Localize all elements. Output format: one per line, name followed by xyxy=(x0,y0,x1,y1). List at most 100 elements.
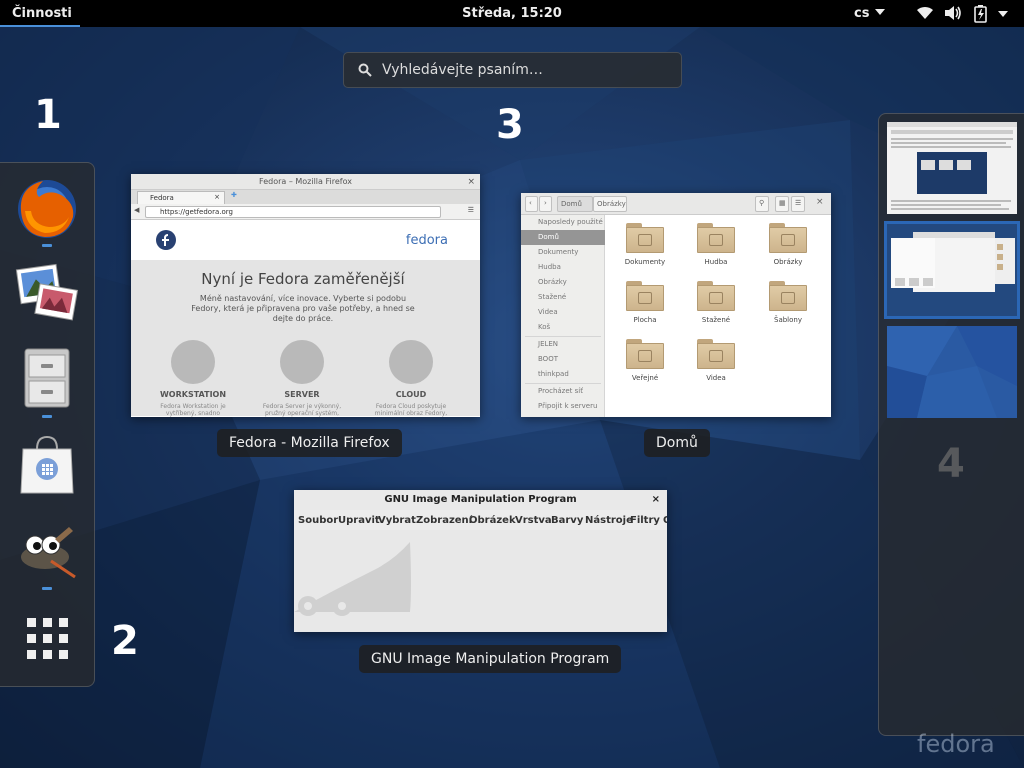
window-caption-firefox[interactable]: Fedora - Mozilla Firefox xyxy=(217,429,402,457)
gimp-canvas[interactable] xyxy=(294,530,667,632)
path-home-button[interactable]: Domů xyxy=(557,196,593,212)
page-paragraph: Méně nastavování, více inovace. Vyberte … xyxy=(191,294,415,323)
edition-server[interactable]: SERVER Fedora Server je výkonný, pružný … xyxy=(262,340,342,417)
menu-item-view[interactable]: Zobrazení xyxy=(416,515,472,526)
language-indicator[interactable]: cs xyxy=(854,6,886,21)
folder-item[interactable]: Obrázky xyxy=(763,223,813,266)
new-tab-icon[interactable]: ✚ xyxy=(231,191,237,199)
folder-downloads-icon xyxy=(697,281,735,311)
software-icon xyxy=(20,435,74,494)
folder-item[interactable]: Veřejné xyxy=(620,339,670,382)
menu-button[interactable]: ☰ xyxy=(791,196,805,212)
search-icon: ⚲ xyxy=(759,199,765,207)
path-pictures-button[interactable]: Obrázky xyxy=(593,196,627,212)
folder-music-icon xyxy=(697,223,735,253)
fedora-wordmark: fedora xyxy=(405,233,448,248)
sidebar-item-volume[interactable]: JELEN xyxy=(521,337,605,352)
gimp-icon xyxy=(21,527,76,579)
files-sidebar: Naposledy použité Domů Dokumenty Hudba O… xyxy=(521,215,605,417)
folder-pictures-icon xyxy=(769,223,807,253)
folder-item[interactable]: Videa xyxy=(691,339,741,382)
sidebar-item-downloads[interactable]: Stažené xyxy=(521,290,605,305)
search-input[interactable] xyxy=(382,53,672,87)
close-icon[interactable]: × xyxy=(214,193,220,201)
folder-label: Videa xyxy=(706,374,726,382)
dash-item-software[interactable] xyxy=(15,433,79,497)
menu-item-tools[interactable]: Nástroje xyxy=(585,515,633,526)
window-caption-files[interactable]: Domů xyxy=(644,429,710,457)
firefox-icon xyxy=(18,180,76,238)
gimp-menubar: Soubor Upravit Vybrat Zobrazení Obrázek … xyxy=(294,510,667,530)
sidebar-item-recent[interactable]: Naposledy použité xyxy=(521,215,605,230)
window-firefox[interactable]: Fedora – Mozilla Firefox × Fedora × ✚ ◀ … xyxy=(131,174,480,417)
workspace-thumbnail-active[interactable] xyxy=(884,221,1020,319)
window-files[interactable]: ‹ › Domů Obrázky ⚲ ▦ ☰ × Naposledy použi… xyxy=(521,193,831,417)
edition-label: CLOUD xyxy=(395,390,427,399)
window-caption-gimp[interactable]: GNU Image Manipulation Program xyxy=(359,645,622,673)
menu-item-colors[interactable]: Barvy xyxy=(551,515,583,526)
dash-item-gimp[interactable] xyxy=(15,519,79,583)
sidebar-item-volume[interactable]: thinkpad xyxy=(521,367,605,382)
window-gimp[interactable]: GNU Image Manipulation Program × Soubor … xyxy=(294,490,667,632)
folder-videos-icon xyxy=(697,339,735,369)
page-headline: Nyní je Fedora zaměřenější xyxy=(201,270,405,288)
back-icon[interactable]: ◀ xyxy=(134,206,139,214)
edition-cloud[interactable]: CLOUD Fedora Cloud poskytuje minimální o… xyxy=(371,340,451,417)
search-box[interactable] xyxy=(343,52,682,88)
menu-icon[interactable]: ☰ xyxy=(468,206,474,214)
sidebar-item-volume[interactable]: BOOT xyxy=(521,352,605,367)
folder-item[interactable]: Stažené xyxy=(691,281,741,324)
window-titlebar[interactable]: GNU Image Manipulation Program × xyxy=(294,490,667,510)
dash-item-shotwell[interactable] xyxy=(15,261,79,325)
back-button[interactable]: ‹ xyxy=(525,196,538,212)
folder-item[interactable]: Dokumenty xyxy=(620,223,670,266)
folder-item[interactable]: Šablony xyxy=(763,281,813,324)
browser-tab[interactable]: Fedora × xyxy=(137,191,225,204)
sidebar-item-music[interactable]: Hudba xyxy=(521,260,605,275)
sidebar-item-videos[interactable]: Videa xyxy=(521,305,605,320)
close-icon[interactable]: × xyxy=(816,197,824,207)
page-body: Nyní je Fedora zaměřenější Méně nastavov… xyxy=(131,260,480,417)
close-icon[interactable]: × xyxy=(467,174,475,190)
folder-label: Hudba xyxy=(704,258,728,266)
workspace-thumbnail[interactable] xyxy=(887,122,1017,214)
show-applications-button[interactable] xyxy=(15,606,79,670)
wilber-watermark-icon xyxy=(294,542,411,616)
forward-button[interactable]: › xyxy=(539,196,552,212)
menu-item-layer[interactable]: Vrstva xyxy=(515,515,552,526)
grid-icon: ▦ xyxy=(779,199,786,207)
navigation-bar: ◀ https://getfedora.org ☰ xyxy=(131,204,480,220)
workstation-icon xyxy=(171,340,215,384)
tab-title: Fedora xyxy=(150,194,174,202)
menu-item-edit[interactable]: Upravit xyxy=(338,515,380,526)
workspace-thumbnail[interactable] xyxy=(887,326,1017,418)
edition-label: WORKSTATION xyxy=(159,390,227,399)
files-icon xyxy=(24,348,70,408)
url-field[interactable]: https://getfedora.org xyxy=(145,206,441,218)
forward-icon: › xyxy=(544,199,547,207)
close-icon[interactable]: × xyxy=(652,490,660,510)
dash-item-files[interactable] xyxy=(15,345,79,409)
view-button[interactable]: ▦ xyxy=(775,196,789,212)
menu-item-image[interactable]: Obrázek xyxy=(469,515,516,526)
workspace-preview xyxy=(887,326,1017,418)
menu-item-more[interactable]: O xyxy=(663,515,667,526)
folder-item[interactable]: Hudba xyxy=(691,223,741,266)
sidebar-item-trash[interactable]: Koš xyxy=(521,320,605,335)
menu-item-select[interactable]: Vybrat xyxy=(378,515,416,526)
window-titlebar[interactable]: Fedora – Mozilla Firefox × xyxy=(131,174,480,190)
sidebar-item-network[interactable]: Procházet síť xyxy=(521,384,605,399)
edition-workstation[interactable]: WORKSTATION Fedora Workstation je vytříb… xyxy=(153,340,233,417)
menu-item-file[interactable]: Soubor xyxy=(298,515,338,526)
sidebar-item-connect[interactable]: Připojit k serveru xyxy=(521,399,605,414)
search-button[interactable]: ⚲ xyxy=(755,196,769,212)
workspace-switcher xyxy=(878,113,1024,736)
files-headerbar[interactable]: ‹ › Domů Obrázky ⚲ ▦ ☰ × xyxy=(521,193,831,215)
battery-icon xyxy=(974,5,987,23)
sidebar-item-pictures[interactable]: Obrázky xyxy=(521,275,605,290)
menu-item-filters[interactable]: Filtry xyxy=(630,515,660,526)
sidebar-item-home[interactable]: Domů xyxy=(521,230,605,245)
folder-item[interactable]: Plocha xyxy=(620,281,670,324)
sidebar-item-documents[interactable]: Dokumenty xyxy=(521,245,605,260)
dash-item-firefox[interactable] xyxy=(15,177,79,241)
